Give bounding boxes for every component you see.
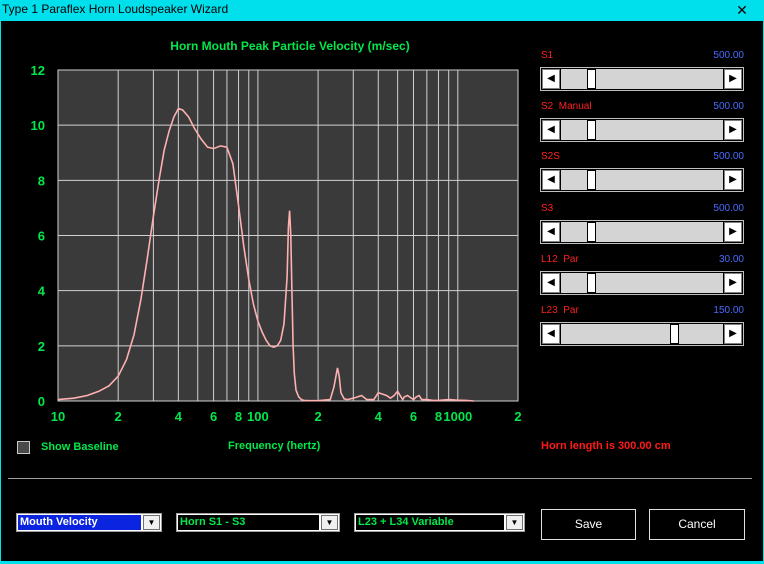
slider-group: L12 Par 30.00 ◀ ▶ [540,254,746,302]
scroll-right-icon[interactable]: ▶ [724,273,742,293]
slider-value: 500.00 [713,101,744,112]
slider-group: S1 500.00 ◀ ▶ [540,50,746,98]
slider-track[interactable] [561,222,723,242]
scroll-left-icon[interactable]: ◀ [542,222,560,242]
scroll-left-icon[interactable]: ◀ [542,120,560,140]
x-tick-label: 2 [314,409,321,424]
scroll-left-icon[interactable]: ◀ [542,69,560,89]
y-tick-label: 6 [38,229,45,244]
x-tick-label: 1000 [443,409,472,424]
x-tick-label: 10 [51,409,65,424]
y-tick-label: 8 [38,173,45,188]
chevron-down-icon[interactable]: ▼ [321,515,338,530]
x-tick-label: 6 [210,409,217,424]
y-tick-label: 12 [31,63,45,78]
slider-value: 500.00 [713,151,744,162]
x-tick-label: 6 [410,409,417,424]
chevron-down-icon[interactable]: ▼ [506,515,523,530]
slider-value: 150.00 [713,305,744,316]
scroll-right-icon[interactable]: ▶ [724,69,742,89]
slider-track[interactable] [561,324,723,344]
slider-label: L12 Par [541,254,579,265]
slider-group: S3 500.00 ◀ ▶ [540,203,746,251]
slider[interactable]: ◀ ▶ [540,67,744,91]
slider-track[interactable] [561,273,723,293]
x-tick-label: 4 [175,409,183,424]
scroll-right-icon[interactable]: ▶ [724,120,742,140]
scroll-right-icon[interactable]: ▶ [724,170,742,190]
slider[interactable]: ◀ ▶ [540,118,744,142]
scroll-left-icon[interactable]: ◀ [542,170,560,190]
horn-length-status: Horn length is 300.00 cm [541,440,671,452]
slider-label: S3 [541,203,554,214]
y-tick-label: 10 [31,118,45,133]
y-tick-label: 4 [38,284,46,299]
slider-track[interactable] [561,69,723,89]
chevron-down-icon[interactable]: ▼ [143,515,160,530]
slider-thumb[interactable] [587,222,596,242]
plot-type-value: Mouth Velocity [18,515,141,530]
save-button[interactable]: Save [541,509,636,540]
y-tick-label: 2 [38,339,45,354]
slider-track[interactable] [561,170,723,190]
slider-thumb[interactable] [587,273,596,293]
x-tick-label: 2 [115,409,122,424]
show-baseline-label[interactable]: Show Baseline [41,441,119,453]
show-baseline-checkbox[interactable] [17,441,30,454]
plot-type-combo[interactable]: Mouth Velocity ▼ [16,513,162,532]
variable-value: L23 + L34 Variable [356,515,504,530]
slider-group: S2 Manual 500.00 ◀ ▶ [540,101,746,149]
slider-thumb[interactable] [670,324,679,344]
variable-combo[interactable]: L23 + L34 Variable ▼ [354,513,525,532]
scroll-left-icon[interactable]: ◀ [542,273,560,293]
slider[interactable]: ◀ ▶ [540,220,744,244]
cancel-button[interactable]: Cancel [649,509,745,540]
slider-value: 500.00 [713,203,744,214]
separator-line [8,478,752,479]
scroll-left-icon[interactable]: ◀ [542,324,560,344]
slider-thumb[interactable] [587,69,596,89]
slider-label: L23 Par [541,305,579,316]
slider-value: 30.00 [718,254,744,265]
slider-track[interactable] [561,120,723,140]
x-axis-label: Frequency (hertz) [228,440,321,452]
slider-group: S2S 500.00 ◀ ▶ [540,151,746,199]
slider-thumb[interactable] [587,170,596,190]
x-tick-label: 8 [435,409,442,424]
scroll-right-icon[interactable]: ▶ [724,324,742,344]
x-tick-label: 2 [514,409,521,424]
slider-group: L23 Par 150.00 ◀ ▶ [540,305,746,353]
slider[interactable]: ◀ ▶ [540,271,744,295]
x-tick-label: 4 [375,409,383,424]
slider[interactable]: ◀ ▶ [540,322,744,346]
x-tick-label: 100 [247,409,269,424]
horn-section-combo[interactable]: Horn S1 - S3 ▼ [176,513,340,532]
slider-label: S1 [541,50,554,61]
scroll-right-icon[interactable]: ▶ [724,222,742,242]
x-tick-label: 8 [235,409,242,424]
y-tick-label: 0 [38,394,45,409]
slider-label: S2 Manual [541,101,592,112]
slider-value: 500.00 [713,50,744,61]
slider-thumb[interactable] [587,120,596,140]
slider[interactable]: ◀ ▶ [540,168,744,192]
slider-label: S2S [541,151,560,162]
horn-section-value: Horn S1 - S3 [178,515,319,530]
